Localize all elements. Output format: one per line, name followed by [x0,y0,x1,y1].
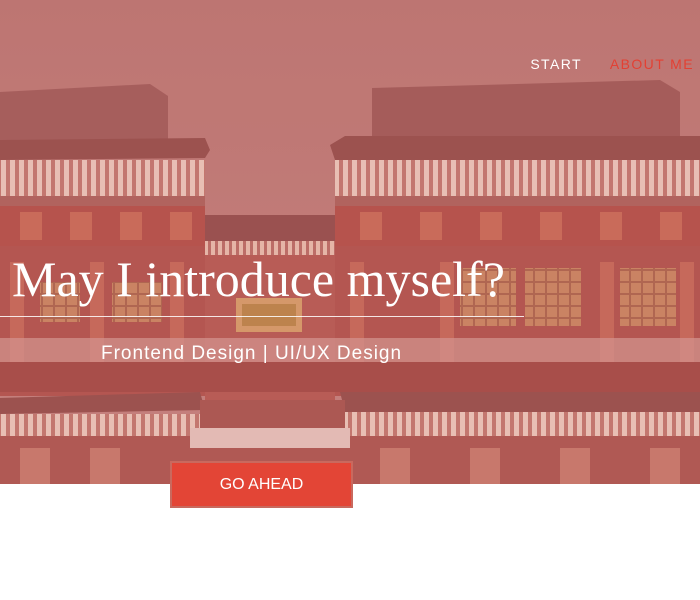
nav-item-about-me[interactable]: ABOUT ME [610,56,694,72]
hero-section: START ABOUT ME May I introduce myself? F… [0,0,700,484]
hero-overlay [0,0,700,484]
hero-title: May I introduce myself? [12,251,505,307]
top-nav: START ABOUT ME [530,56,694,72]
hero-subtitle: Frontend Design | UI/UX Design [101,343,403,364]
go-ahead-button[interactable]: GO AHEAD [170,461,353,508]
nav-item-start[interactable]: START [530,56,582,72]
title-divider [0,316,524,317]
